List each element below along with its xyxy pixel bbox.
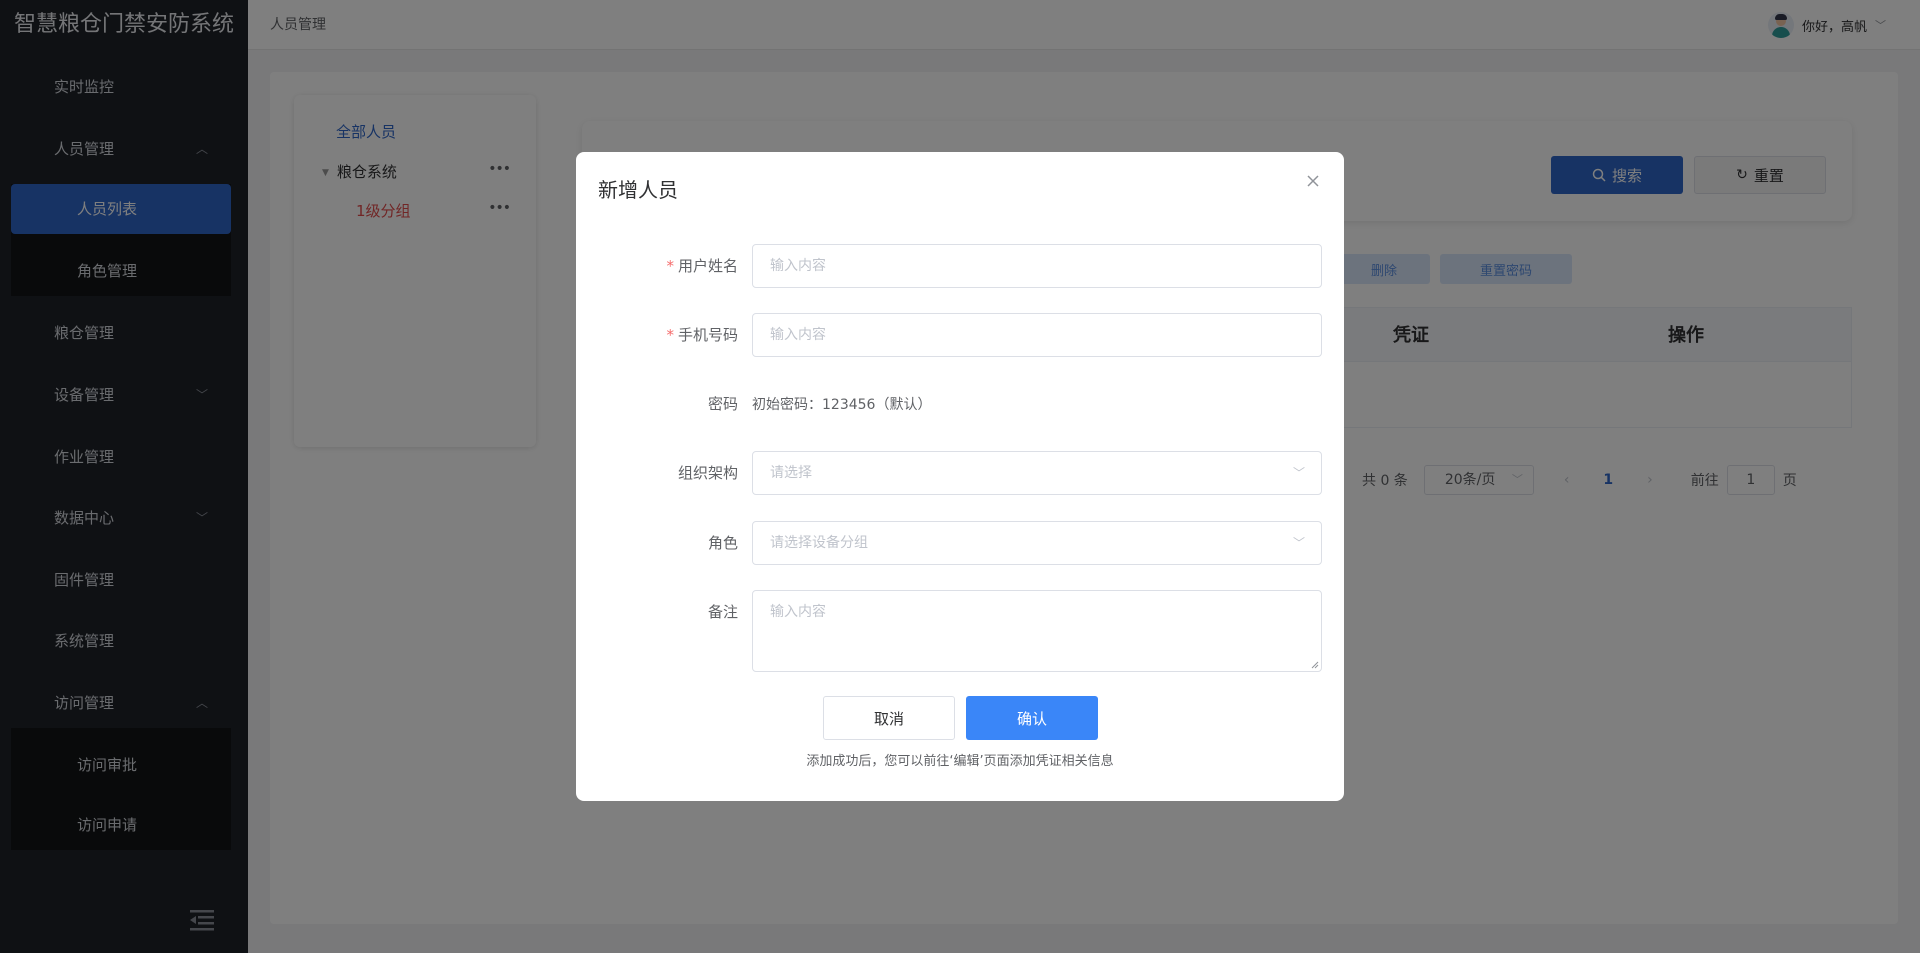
role-select[interactable]: 请选择设备分组 ﹀: [752, 521, 1322, 565]
resize-handle-icon[interactable]: [1311, 661, 1319, 669]
chevron-down-icon: ﹀: [1292, 536, 1305, 550]
password-default-text: 初始密码：123456（默认）: [752, 397, 932, 413]
username-input[interactable]: 输入内容: [752, 244, 1322, 288]
remark-textarea[interactable]: 输入内容: [752, 590, 1322, 672]
cancel-button[interactable]: 取消: [823, 696, 955, 740]
password-label: 密码: [707, 395, 738, 413]
close-icon[interactable]: [1302, 170, 1324, 192]
org-label: 组织架构: [677, 464, 738, 482]
dialog-hint-text: 添加成功后，您可以前往‘编辑’页面添加凭证相关信息: [806, 754, 1114, 769]
dialog-title: 新增人员: [598, 178, 678, 202]
username-label: * 用户姓名: [666, 257, 738, 275]
chevron-down-icon: ﹀: [1292, 466, 1305, 480]
role-placeholder: 请选择设备分组: [770, 535, 868, 551]
confirm-button[interactable]: 确认: [966, 696, 1098, 740]
username-placeholder: 输入内容: [770, 258, 826, 274]
remark-placeholder: 输入内容: [770, 604, 826, 620]
remark-label: 备注: [707, 603, 738, 621]
add-person-dialog: 新增人员 * 用户姓名 输入内容 * 手机号码 输入内容 密码 初始密码：12345…: [576, 152, 1344, 801]
phone-label: * 手机号码: [666, 326, 738, 344]
role-label: 角色: [707, 534, 738, 552]
phone-placeholder: 输入内容: [770, 327, 826, 343]
phone-input[interactable]: 输入内容: [752, 313, 1322, 357]
org-placeholder: 请选择: [770, 465, 812, 481]
org-select[interactable]: 请选择 ﹀: [752, 451, 1322, 495]
